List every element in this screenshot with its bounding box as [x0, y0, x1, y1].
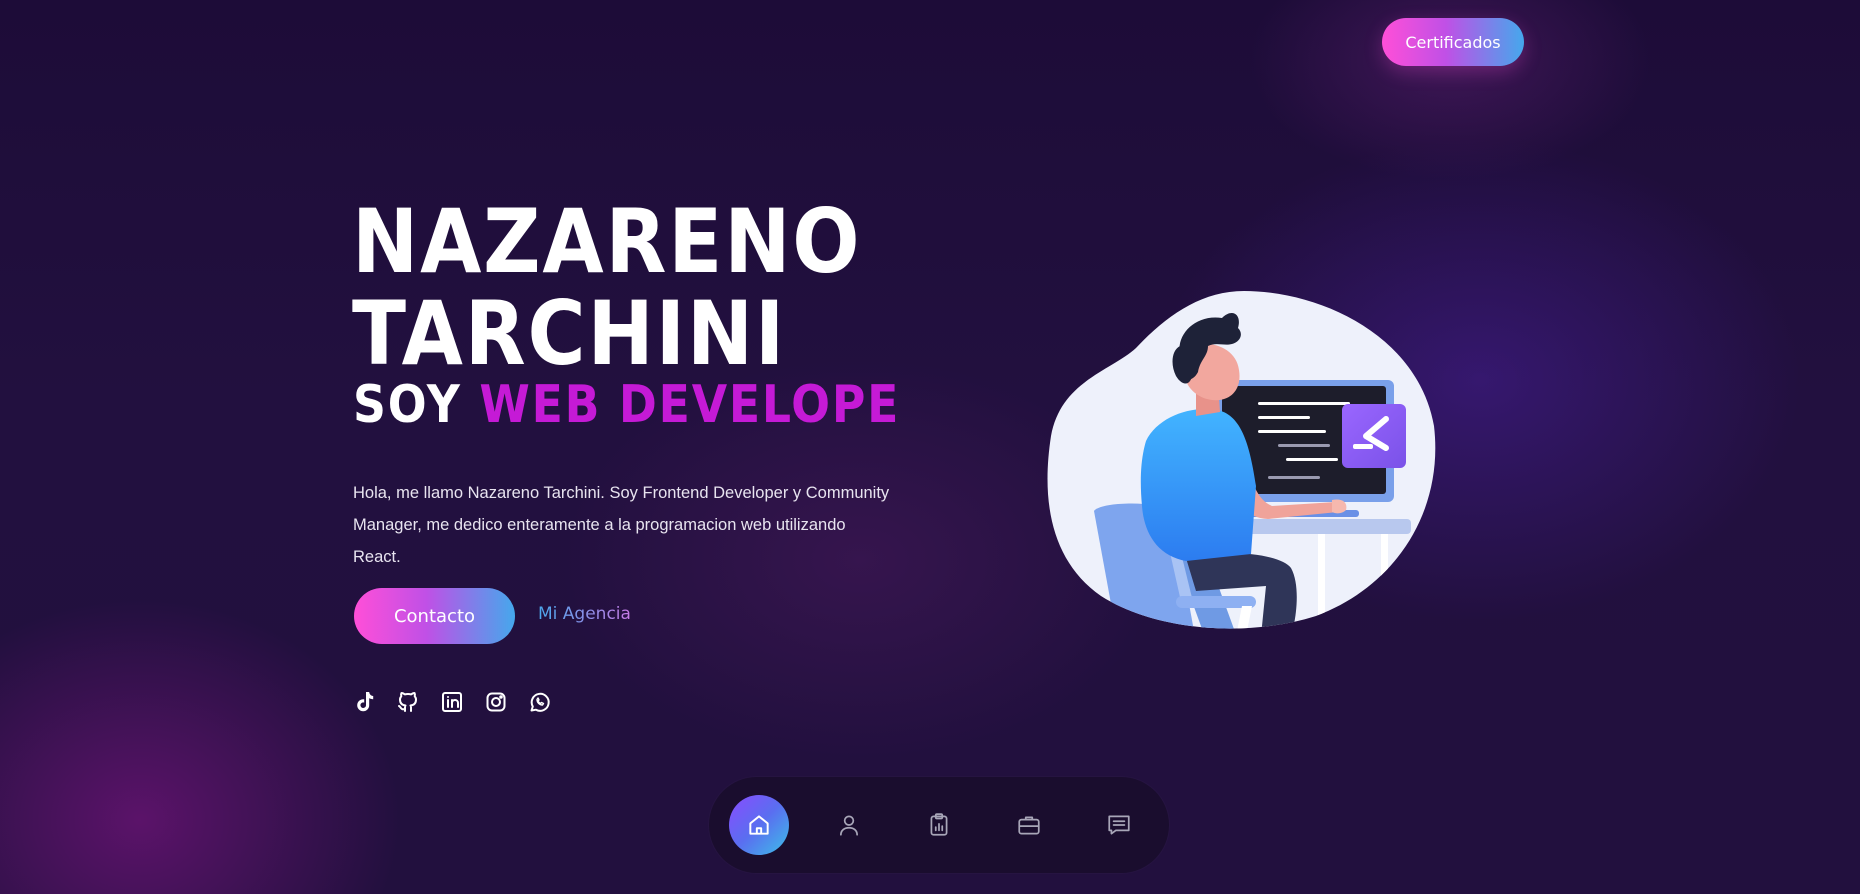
linkedin-icon[interactable]	[440, 690, 464, 714]
agency-link[interactable]: Mi Agencia	[538, 604, 631, 624]
contact-button[interactable]: Contacto	[354, 588, 515, 644]
nav-skills[interactable]	[909, 795, 969, 855]
whatsapp-icon[interactable]	[528, 690, 552, 714]
clipboard-icon	[930, 813, 948, 836]
briefcase-icon	[1018, 816, 1040, 835]
nav-portfolio[interactable]	[999, 795, 1059, 855]
hero-role: SOY WEB DEVELOPE	[353, 375, 900, 435]
message-icon	[1108, 815, 1130, 835]
hero-name-first: NAZARENO	[352, 190, 862, 293]
nav-home[interactable]	[729, 795, 789, 855]
user-icon	[840, 815, 858, 836]
certificates-button[interactable]: Certificados	[1382, 18, 1524, 66]
github-icon[interactable]	[396, 690, 420, 714]
instagram-icon[interactable]	[484, 690, 508, 714]
bottom-nav	[709, 777, 1169, 873]
developer-illustration	[1047, 291, 1436, 629]
hero-name: NAZARENO TARCHINI	[352, 196, 861, 380]
hero-name-last: TARCHINI	[352, 282, 787, 385]
page-background	[0, 0, 1860, 894]
home-icon	[749, 815, 769, 835]
social-links	[352, 690, 552, 714]
nav-about[interactable]	[819, 795, 879, 855]
hero-description: Hola, me llamo Nazareno Tarchini. Soy Fr…	[353, 483, 890, 566]
role-prefix: SOY	[353, 375, 462, 435]
role-accent: WEB DEVELOPE	[479, 375, 901, 435]
nav-contact[interactable]	[1089, 795, 1149, 855]
tiktok-icon[interactable]	[352, 690, 376, 714]
